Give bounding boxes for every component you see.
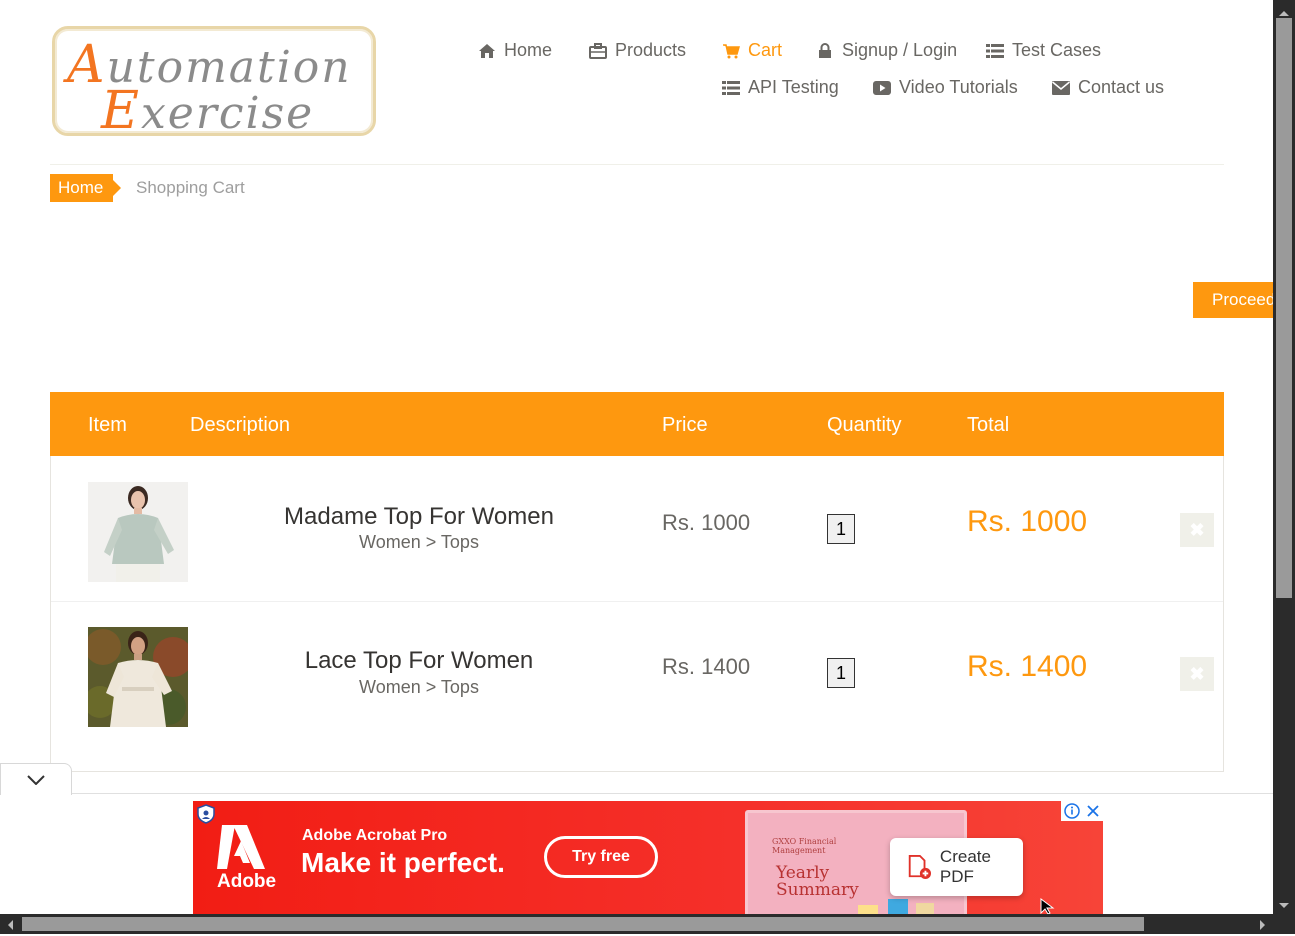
adobe-ad[interactable]: Adobe Adobe Acrobat Pro Make it perfect.… [193, 801, 1103, 914]
ad-controls [1061, 801, 1103, 821]
ad-card-bar [888, 899, 908, 914]
product-price: Rs. 1400 [662, 654, 751, 679]
ad-try-free-button[interactable]: Try free [544, 836, 658, 878]
nav-api-testing-label: API Testing [748, 77, 839, 97]
cart-table-header: Item Description Price Quantity Total [50, 392, 1224, 456]
ad-brand-label: Adobe [217, 871, 277, 892]
nav-test-cases-label: Test Cases [1012, 40, 1102, 60]
youtube-play-icon [873, 79, 891, 97]
nav-cart-label: Cart [748, 40, 783, 60]
list-icon [722, 79, 740, 97]
ad-headline: Make it perfect. [301, 847, 505, 878]
nav-signup-login[interactable]: Signup / Login [816, 40, 957, 61]
breadcrumb-arrow [113, 180, 121, 196]
header-quantity: Quantity [827, 414, 902, 436]
scroll-down-arrow-icon[interactable] [1278, 897, 1290, 915]
logo-line-2: Exercise [101, 81, 315, 141]
ad-product-label: Adobe Acrobat Pro [302, 827, 448, 844]
nav-signup-label: Signup / Login [842, 40, 958, 60]
product-name[interactable]: Lace Top For Women [259, 647, 579, 675]
product-category: Women > Tops [359, 677, 479, 697]
close-icon[interactable] [1086, 804, 1100, 818]
home-icon [478, 42, 496, 60]
ad-card-title: Yearly Summary [776, 863, 859, 900]
breadcrumb-home[interactable]: Home [50, 174, 113, 202]
chevron-down-icon [27, 774, 45, 785]
scroll-left-arrow-icon[interactable] [6, 918, 14, 936]
ad-card-company: GXXO Financial Management [772, 837, 837, 855]
product-image-lace-top[interactable] [88, 627, 188, 727]
nav-cart[interactable]: Cart [722, 40, 782, 61]
nav-home-label: Home [504, 40, 553, 60]
close-icon: ✖ [1189, 519, 1205, 540]
ad-create-pdf-card: Create PDF [890, 838, 1023, 896]
nav-api-testing[interactable]: API Testing [722, 77, 839, 98]
ad-card-bar [916, 903, 934, 914]
product-total: Rs. 1000 [967, 505, 1088, 538]
ad-card-bar [858, 905, 878, 914]
header-item: Item [88, 414, 127, 436]
vertical-scrollbar-thumb[interactable] [1276, 18, 1292, 598]
product-total: Rs. 1400 [967, 650, 1088, 683]
cart-icon [722, 42, 740, 60]
close-icon: ✖ [1189, 663, 1205, 684]
ad-create-pdf-label: Create PDF [939, 847, 991, 886]
quantity-value: 1 [827, 514, 855, 544]
nav-video-tutorials-label: Video Tutorials [899, 77, 1018, 97]
header-total: Total [967, 414, 1010, 436]
briefcase-icon [589, 42, 607, 60]
product-name[interactable]: Madame Top For Women [259, 503, 579, 531]
list-icon [986, 42, 1004, 60]
breadcrumb-current: Shopping Cart [136, 178, 245, 197]
nav-test-cases[interactable]: Test Cases [986, 40, 1101, 61]
scroll-right-arrow-icon[interactable] [1259, 918, 1267, 936]
ad-privacy-icon[interactable] [197, 804, 215, 824]
product-category: Women > Tops [359, 532, 479, 552]
nav-home[interactable]: Home [478, 40, 552, 61]
nav-video-tutorials[interactable]: Video Tutorials [873, 77, 1018, 98]
ad-collapse-button[interactable] [0, 763, 72, 795]
adobe-logo-icon [217, 825, 265, 869]
delete-item-button[interactable]: ✖ [1180, 657, 1214, 691]
pdf-add-icon [908, 854, 931, 880]
header-divider [50, 164, 1224, 165]
nav-contact-label: Contact us [1078, 77, 1165, 97]
delete-item-button[interactable]: ✖ [1180, 513, 1214, 547]
row-divider [51, 601, 1223, 602]
product-price: Rs. 1000 [662, 510, 751, 535]
header-description: Description [190, 414, 291, 436]
horizontal-scrollbar-thumb[interactable] [22, 917, 1144, 931]
header-price: Price [662, 414, 708, 436]
quantity-value: 1 [827, 658, 855, 688]
nav-contact-us[interactable]: Contact us [1052, 77, 1164, 98]
scrollbar-corner [1273, 914, 1295, 934]
product-image-madame-top[interactable] [88, 482, 188, 582]
proceed-to-checkout-button[interactable]: Proceed [1193, 282, 1275, 318]
info-icon[interactable] [1064, 803, 1080, 819]
envelope-icon [1052, 79, 1070, 97]
mouse-cursor-icon [1040, 898, 1055, 914]
lock-icon [816, 42, 834, 60]
nav-products[interactable]: Products [589, 40, 686, 61]
site-logo[interactable]: Automation Exercise [52, 26, 376, 141]
nav-products-label: Products [615, 40, 687, 60]
